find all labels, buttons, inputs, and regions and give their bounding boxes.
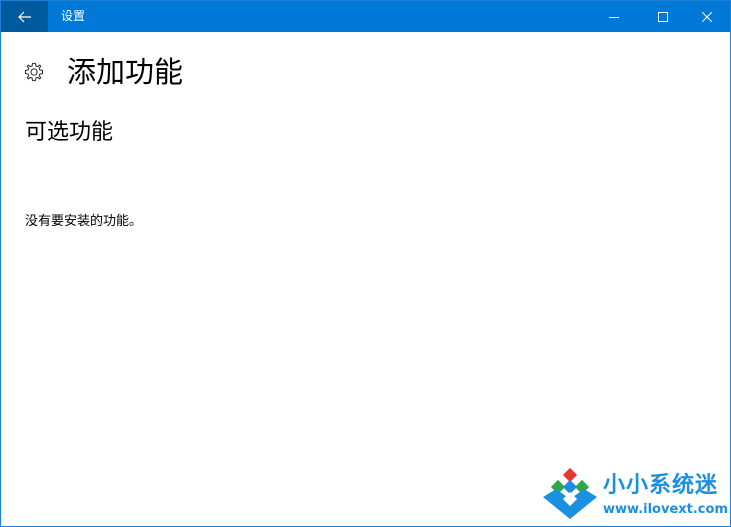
watermark: 小小系统迷 www.ilovext.com [541, 467, 728, 523]
watermark-logo [543, 467, 597, 519]
settings-window: 设置 添加功能 可选功能 没有要安装的功能。 小小系统迷 www.ilovext… [0, 0, 731, 527]
empty-message: 没有要安装的功能。 [25, 214, 143, 229]
minimize-button[interactable] [591, 1, 637, 32]
close-button[interactable] [684, 1, 730, 32]
minimize-icon [609, 16, 619, 18]
section-title: 可选功能 [25, 120, 114, 145]
gear-icon [24, 62, 44, 82]
title-bar[interactable]: 设置 [1, 1, 730, 32]
window-title: 设置 [61, 9, 86, 23]
close-icon [702, 11, 712, 22]
maximize-icon [658, 11, 668, 22]
watermark-url: www.ilovext.com [603, 502, 728, 517]
page-title: 添加功能 [67, 55, 184, 89]
arrow-left-icon [17, 11, 31, 22]
maximize-button[interactable] [640, 1, 686, 32]
back-button[interactable] [1, 1, 48, 32]
watermark-name: 小小系统迷 [603, 473, 719, 498]
